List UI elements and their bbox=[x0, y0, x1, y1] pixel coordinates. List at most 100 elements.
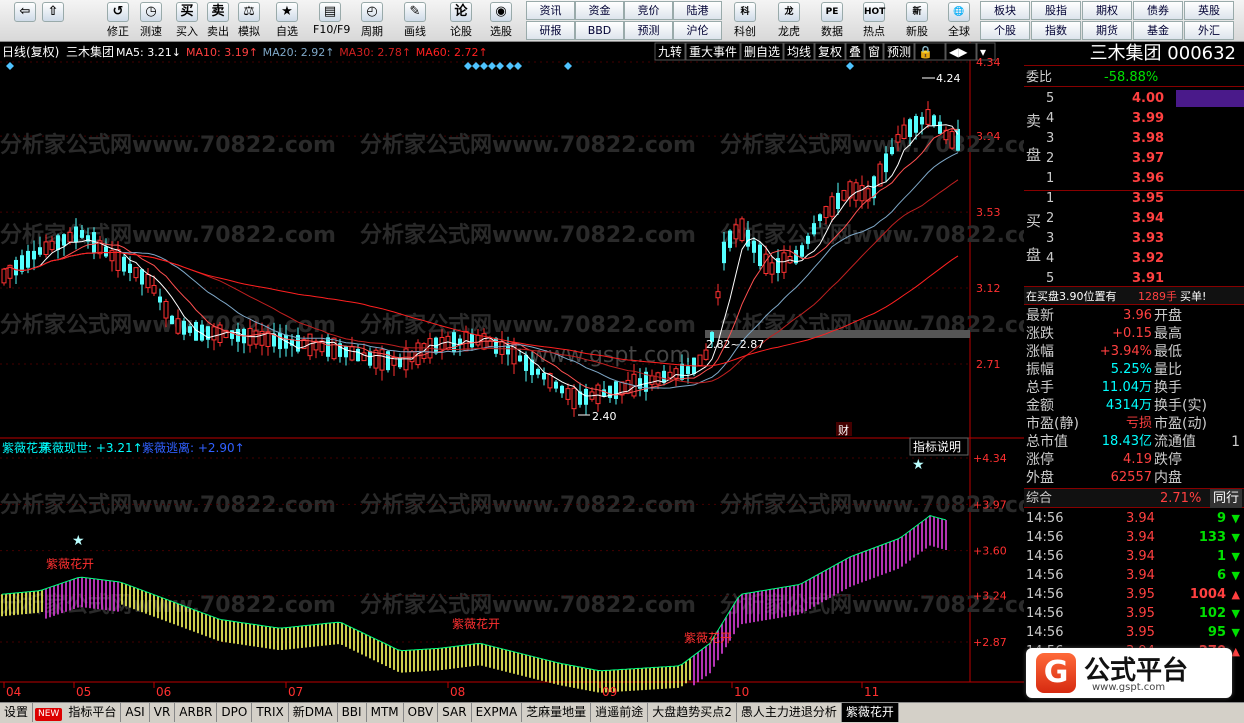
candle-body bbox=[932, 115, 936, 126]
tab-summary[interactable]: 综合 bbox=[1026, 489, 1052, 508]
buy-level-price: 3.94 bbox=[1132, 211, 1165, 226]
bottom-tab-2[interactable]: 指标平台 bbox=[64, 703, 122, 722]
watermark-4: 分析家公式网www.70822.com bbox=[360, 222, 696, 248]
candle-body bbox=[703, 349, 709, 360]
bottom-tab-3[interactable]: ASI bbox=[121, 703, 150, 722]
market-0-3-button[interactable]: 债券 bbox=[1133, 1, 1183, 20]
event-diamond-6[interactable] bbox=[506, 62, 514, 70]
event-diamond-2[interactable] bbox=[472, 62, 480, 70]
bottom-tab-6[interactable]: DPO bbox=[217, 703, 253, 722]
correct-button[interactable]: ↺ 修正 bbox=[101, 1, 135, 40]
draw-button[interactable]: ✎ 画线 bbox=[398, 1, 432, 40]
bottom-tab-13[interactable]: EXPMA bbox=[472, 703, 523, 722]
buy-button[interactable]: 买买入 bbox=[170, 1, 204, 40]
quick-1-1-button[interactable]: BBD bbox=[575, 21, 624, 40]
candle-body bbox=[151, 284, 157, 294]
watchlist-button[interactable]: ★ 自选 bbox=[270, 1, 304, 40]
quick-1-2-button[interactable]: 预测 bbox=[624, 21, 673, 40]
sell-level-1[interactable]: 1 3.96 bbox=[1042, 169, 1242, 188]
sell-level-num: 1 bbox=[1046, 171, 1055, 186]
buy-level-1[interactable]: 1 3.95 bbox=[1042, 189, 1242, 208]
bottom-tab-14[interactable]: 芝麻量地量 bbox=[522, 703, 592, 722]
global-button[interactable]: 🌐 全球 bbox=[942, 1, 976, 40]
up-button[interactable]: ⇧ bbox=[36, 1, 70, 40]
period-button[interactable]: ◴ 周期 bbox=[355, 1, 389, 40]
quick-0-3-button[interactable]: 陆港 bbox=[673, 1, 722, 20]
f10-button[interactable]: ▤ F10/F9 bbox=[313, 1, 350, 40]
market-0-0-button[interactable]: 板块 bbox=[980, 1, 1030, 20]
watermark-9: 分析家公式网www.70822.com bbox=[0, 492, 336, 518]
pick-button[interactable]: ◉ 选股 bbox=[484, 1, 518, 40]
buy-level-price: 3.95 bbox=[1132, 191, 1165, 206]
buy-level-price: 3.93 bbox=[1132, 231, 1165, 246]
simulate-button[interactable]: ⚖ 模拟 bbox=[232, 1, 266, 40]
bottom-tab-9[interactable]: BBI bbox=[338, 703, 367, 722]
candle-body bbox=[122, 256, 126, 272]
bottom-tab-17[interactable]: 愚人主力进退分析 bbox=[737, 703, 842, 722]
sell-button[interactable]: 卖卖出 bbox=[201, 1, 235, 40]
market-1-4-button[interactable]: 外汇 bbox=[1184, 21, 1234, 40]
buy-level-price: 3.92 bbox=[1132, 251, 1165, 266]
market-1-1-button[interactable]: 指数 bbox=[1031, 21, 1081, 40]
quick-0-0-button[interactable]: 资讯 bbox=[526, 1, 575, 20]
event-diamond-8[interactable] bbox=[564, 62, 572, 70]
buy-level-num: 2 bbox=[1046, 211, 1055, 226]
sell-level-2[interactable]: 2 3.97 bbox=[1042, 149, 1242, 168]
market-0-1-button[interactable]: 股指 bbox=[1031, 1, 1081, 20]
bottom-tab-15[interactable]: 逍遥前途 bbox=[591, 703, 649, 722]
bottom-tab-11[interactable]: OBV bbox=[404, 703, 439, 722]
kline-chart-svg[interactable]: 日线(复权) 三木集团 MA5: 3.21↓ MA10: 3.19↑ MA20: 2.9… bbox=[0, 42, 1056, 702]
bottom-tab-16[interactable]: 大盘趋势买点2 bbox=[648, 703, 737, 722]
quick-1-3-button[interactable]: 沪伦 bbox=[673, 21, 722, 40]
bottom-tab-4[interactable]: VR bbox=[150, 703, 176, 722]
buy-level-4[interactable]: 4 3.92 bbox=[1042, 249, 1242, 268]
event-diamond-3[interactable] bbox=[480, 62, 488, 70]
quick-1-0-button[interactable]: 研报 bbox=[526, 21, 575, 40]
event-diamond-4[interactable] bbox=[488, 62, 496, 70]
quote-label: 外盘 bbox=[1026, 470, 1054, 486]
candle-body bbox=[673, 368, 679, 379]
sell-level-3[interactable]: 3 3.98 bbox=[1042, 129, 1242, 148]
market-1-2-button[interactable]: 期货 bbox=[1082, 21, 1132, 40]
ma10-line bbox=[3, 127, 959, 396]
candle-body bbox=[758, 244, 762, 267]
bottom-tab-10[interactable]: MTM bbox=[367, 703, 404, 722]
event-diamond-5[interactable] bbox=[496, 62, 504, 70]
bottom-tab-5[interactable]: ARBR bbox=[175, 703, 218, 722]
event-diamond-7[interactable] bbox=[514, 62, 522, 70]
bottom-tab-8[interactable]: 新DMA bbox=[289, 703, 338, 722]
sell-level-4[interactable]: 4 3.99 bbox=[1042, 109, 1242, 128]
market-0-2-button[interactable]: 期权 bbox=[1082, 1, 1132, 20]
quote-value: +0.15 bbox=[1112, 326, 1152, 341]
tab-peers[interactable]: 同行 bbox=[1209, 489, 1242, 508]
candle-body bbox=[614, 381, 618, 399]
longhu-button[interactable]: 龙龙虎 bbox=[772, 1, 806, 40]
quick-0-1-button[interactable]: 资金 bbox=[575, 1, 624, 20]
tick-price: 3.94 bbox=[1126, 568, 1155, 583]
market-1-3-button[interactable]: 基金 bbox=[1133, 21, 1183, 40]
market-0-4-button[interactable]: 英股 bbox=[1184, 1, 1234, 20]
hot-button[interactable]: HOT 热点 bbox=[857, 1, 891, 40]
kechuang-button[interactable]: 科科创 bbox=[728, 1, 762, 40]
market-1-0-button[interactable]: 个股 bbox=[980, 21, 1030, 40]
order-alert-tail: 买单! bbox=[1180, 290, 1207, 303]
buy-level-2[interactable]: 2 3.94 bbox=[1042, 209, 1242, 228]
event-diamond-1[interactable] bbox=[464, 62, 472, 70]
buy-level-3[interactable]: 3 3.93 bbox=[1042, 229, 1242, 248]
candle-body bbox=[602, 389, 606, 397]
event-diamond-0[interactable] bbox=[6, 62, 14, 70]
quick-0-2-button[interactable]: 竞价 bbox=[624, 1, 673, 20]
measure-button[interactable]: ◷ 测速 bbox=[134, 1, 168, 40]
bottom-tab-7[interactable]: TRIX bbox=[252, 703, 289, 722]
month-label-3: 07 bbox=[288, 685, 303, 699]
bottom-tab-0[interactable]: 设置 bbox=[0, 703, 34, 722]
newstock-button[interactable]: 新新股 bbox=[900, 1, 934, 40]
data-button[interactable]: PE 数据 bbox=[815, 1, 849, 40]
sell-level-num: 2 bbox=[1046, 151, 1055, 166]
sell-level-5[interactable]: 5 4.00 bbox=[1042, 89, 1244, 108]
debate-button[interactable]: 论论股 bbox=[444, 1, 478, 40]
bottom-tab-18[interactable]: 紫薇花开 bbox=[841, 703, 899, 722]
kline-chart-area[interactable]: 日线(复权) 三木集团 MA5: 3.21↓ MA10: 3.19↑ MA20: 2.9… bbox=[0, 42, 1056, 702]
bottom-tab-12[interactable]: SAR bbox=[438, 703, 472, 722]
event-diamond-9[interactable] bbox=[846, 62, 854, 70]
